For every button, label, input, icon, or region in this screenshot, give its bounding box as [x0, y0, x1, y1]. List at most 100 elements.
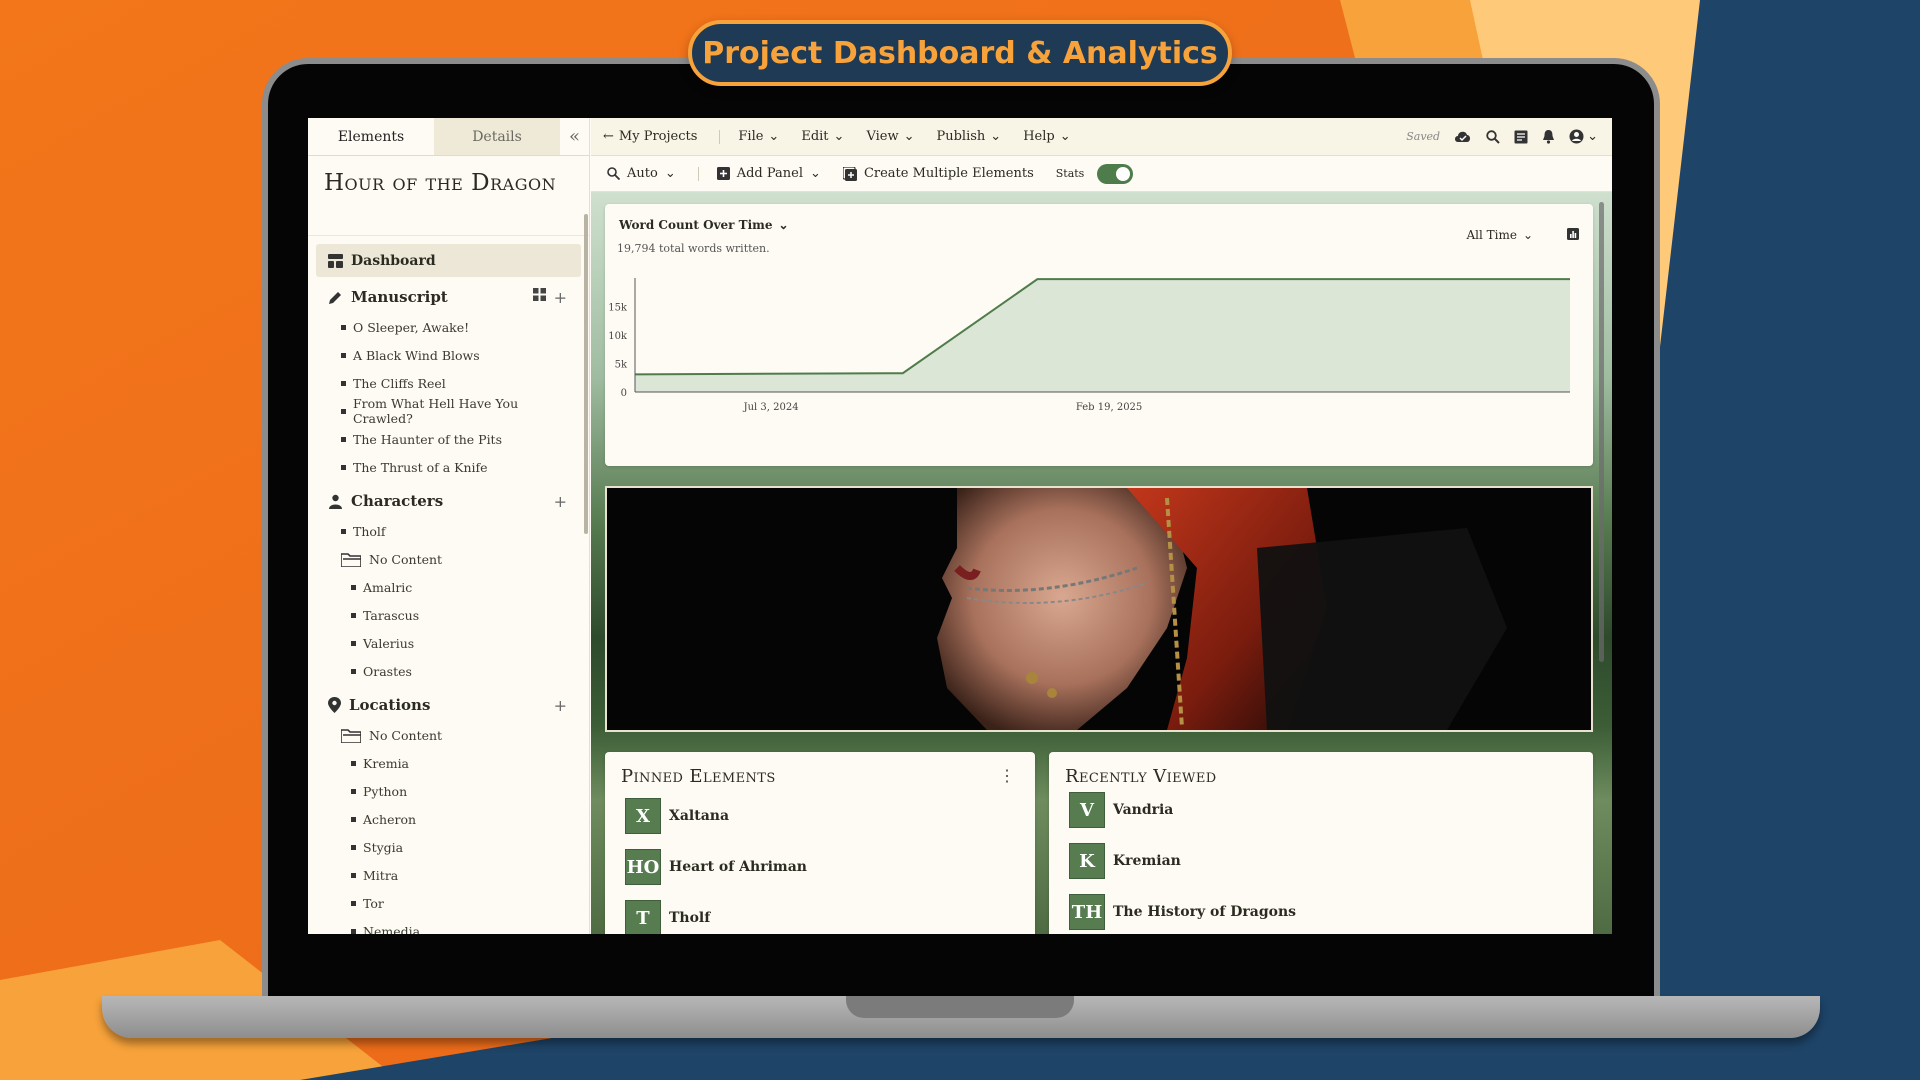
list-item[interactable]: Orastes [316, 657, 581, 685]
tab-elements[interactable]: Elements [308, 118, 434, 155]
pinned-item[interactable]: X Xaltana [625, 798, 729, 834]
list-item[interactable]: Tholf [316, 517, 581, 545]
my-projects-link[interactable]: ← My Projects [603, 129, 697, 144]
kebab-icon[interactable]: ⋮ [999, 766, 1015, 785]
toolbar: Auto ⌄ Add Panel ⌄ Create Multiple Eleme… [591, 156, 1612, 192]
menu-file[interactable]: File ⌄ [738, 129, 779, 144]
list-item[interactable]: The Thrust of a Knife [316, 453, 581, 481]
list-item[interactable]: The Haunter of the Pits [316, 425, 581, 453]
divider [719, 129, 721, 144]
menu-view[interactable]: View ⌄ [866, 129, 914, 144]
list-item[interactable]: Amalric [316, 573, 581, 601]
section-locations[interactable]: Locations + [316, 689, 581, 721]
account-menu[interactable]: ⌄ [1569, 129, 1598, 144]
element-label: The History of Dragons [1113, 904, 1297, 920]
stats-toggle[interactable] [1097, 163, 1134, 184]
notes-icon[interactable] [1514, 130, 1528, 144]
page-banner-title: Project Dashboard & Analytics [688, 20, 1232, 86]
menu-label: Publish [936, 129, 986, 144]
range-label: All Time [1466, 228, 1517, 242]
sidebar-scrollbar[interactable] [584, 214, 588, 534]
menu-help[interactable]: Help ⌄ [1023, 129, 1070, 144]
collapse-sidebar-button[interactable]: « [560, 118, 589, 155]
chart-subtitle: 19,794 total words written. [617, 242, 770, 255]
chevron-down-icon: ⌄ [903, 129, 915, 144]
item-label: From What Hell Have You Crawled? [352, 396, 519, 426]
item-label: Tholf [353, 523, 386, 539]
element-label: Kremian [1113, 853, 1181, 869]
folder-item[interactable]: No Content [316, 721, 581, 749]
bell-icon[interactable] [1542, 129, 1555, 144]
grid-icon[interactable] [532, 287, 546, 301]
list-item[interactable]: The Cliffs Reel [316, 369, 581, 397]
element-label: Heart of Ahriman [669, 859, 807, 875]
item-label: Tarascus [363, 607, 420, 623]
section-manuscript[interactable]: Manuscript + [316, 281, 581, 313]
pinned-item[interactable]: T Tholf [625, 900, 710, 934]
create-multiple-button[interactable]: Create Multiple Elements [842, 166, 1034, 181]
item-label: Tor [363, 895, 384, 911]
item-label: The Cliffs Reel [353, 375, 446, 391]
cloud-check-icon [1455, 131, 1471, 142]
sidebar-item-dashboard[interactable]: Dashboard [316, 244, 581, 277]
list-item[interactable]: Tarascus [316, 601, 581, 629]
zoom-label: Auto [627, 166, 658, 181]
item-label: Kremia [363, 755, 410, 771]
plus-icon[interactable]: + [554, 696, 567, 715]
list-item[interactable]: Valerius [316, 629, 581, 657]
list-item[interactable]: Python [316, 777, 581, 805]
chart-title: Word Count Over Time [619, 218, 773, 232]
location-pin-icon [328, 697, 341, 713]
element-label: Xaltana [669, 808, 730, 824]
chart-title-select[interactable]: Word Count Over Time ⌄ [619, 218, 789, 232]
item-label: The Haunter of the Pits [353, 431, 502, 447]
add-panel-icon [716, 167, 730, 180]
range-select[interactable]: All Time ⌄ [1466, 228, 1533, 242]
list-item[interactable]: Mitra [316, 861, 581, 889]
folder-item[interactable]: No Content [316, 545, 581, 573]
app-screen: Elements Details « Hour of the Dragon Da… [308, 118, 1612, 934]
list-item[interactable]: Kremia [316, 749, 581, 777]
item-label: Mitra [363, 867, 399, 883]
section-label: Manuscript [351, 288, 448, 306]
folder-label: No Content [369, 551, 443, 567]
tab-details[interactable]: Details [434, 118, 560, 155]
list-item[interactable]: O Sleeper, Awake! [316, 313, 581, 341]
account-icon [1569, 129, 1584, 144]
recent-item[interactable]: K Kremian [1069, 843, 1181, 879]
list-item[interactable]: From What Hell Have You Crawled? [316, 396, 581, 426]
recently-viewed-card: Recently Viewed V Vandria K Kremian TH T… [1049, 752, 1593, 934]
canvas-scrollbar[interactable] [1599, 202, 1604, 662]
chevron-down-icon: ⌄ [833, 129, 845, 144]
list-item[interactable]: A Black Wind Blows [316, 341, 581, 369]
plus-icon[interactable]: + [554, 492, 567, 511]
plus-icon[interactable]: + [554, 288, 567, 307]
main-area: ← My Projects File ⌄ Edit ⌄ View ⌄ Publish ⌄… [591, 118, 1612, 934]
add-panel-button[interactable]: Add Panel ⌄ [716, 166, 821, 181]
add-panel-label: Add Panel [736, 166, 804, 181]
search-icon[interactable] [1486, 129, 1500, 144]
card-title: Pinned Elements [621, 766, 776, 787]
laptop-notch [846, 996, 1074, 1018]
pinned-elements-card: Pinned Elements ⋮ X Xaltana HO Heart of … [605, 752, 1035, 934]
zoom-select[interactable]: Auto ⌄ [607, 166, 676, 181]
section-characters[interactable]: Characters + [316, 485, 581, 517]
folder-label: No Content [369, 727, 443, 743]
menu-publish[interactable]: Publish ⌄ [936, 129, 1001, 144]
list-item[interactable]: Nemedia [316, 917, 581, 934]
chart-options-icon[interactable] [1567, 228, 1579, 240]
item-label: Nemedia [363, 923, 421, 935]
create-multiple-label: Create Multiple Elements [863, 166, 1034, 181]
pinned-item[interactable]: HO Heart of Ahriman [625, 849, 807, 885]
y-tick-label: 15k [608, 303, 628, 314]
list-item[interactable]: Tor [316, 889, 581, 917]
create-multiple-icon [842, 166, 857, 181]
item-label: The Thrust of a Knife [353, 459, 488, 475]
menu-edit[interactable]: Edit ⌄ [801, 129, 844, 144]
chevron-down-icon: ⌄ [1587, 129, 1598, 144]
recent-item[interactable]: TH The History of Dragons [1069, 894, 1296, 930]
list-item[interactable]: Stygia [316, 833, 581, 861]
chevron-down-icon: ⌄ [778, 218, 789, 232]
recent-item[interactable]: V Vandria [1069, 792, 1173, 828]
list-item[interactable]: Acheron [316, 805, 581, 833]
